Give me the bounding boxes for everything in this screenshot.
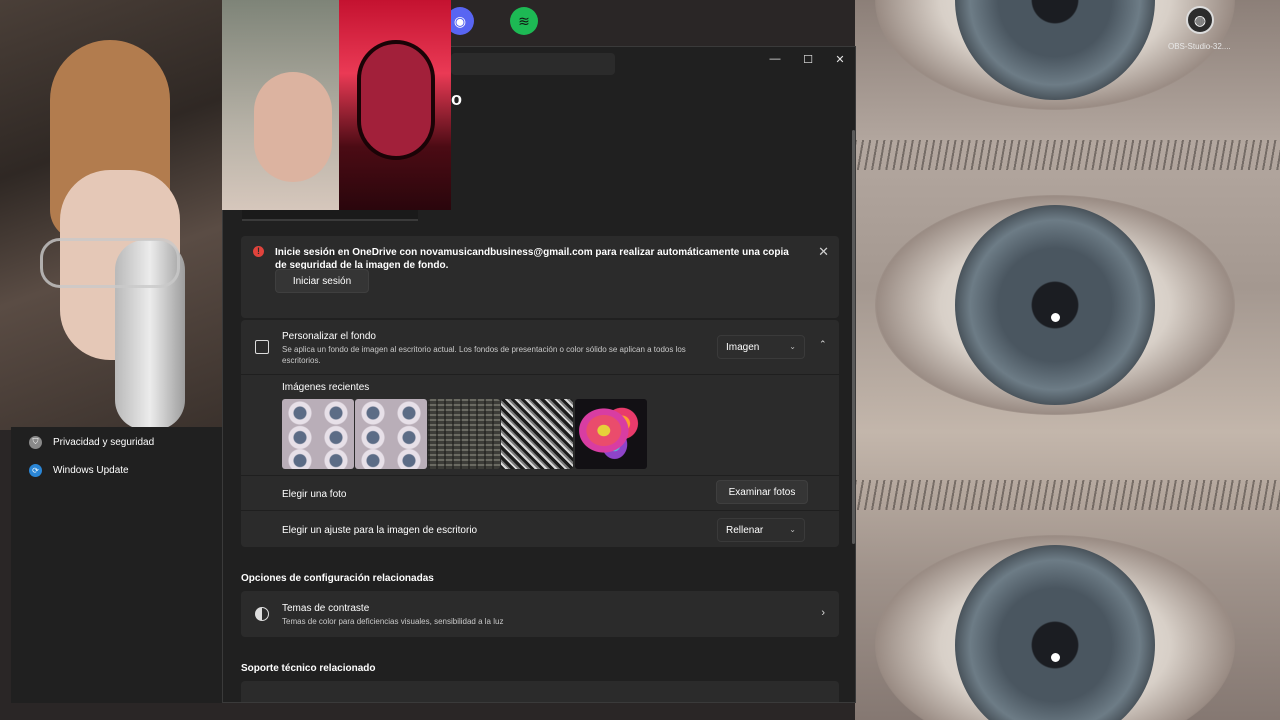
personalize-title: Personalizar el fondo	[282, 331, 376, 342]
chevron-up-icon[interactable]: ⌃	[819, 339, 827, 350]
background-type-dropdown[interactable]: Imagen ⌄	[717, 335, 805, 359]
scrollbar[interactable]	[852, 130, 855, 544]
contrast-title: Temas de contraste	[282, 603, 370, 614]
wallpaper-lashes	[855, 140, 1280, 170]
alert-close-icon[interactable]: ✕	[818, 244, 829, 260]
sidebar-item-privacy[interactable]: ⛉ Privacidad y seguridad	[29, 433, 154, 451]
fit-value: Rellenar	[726, 524, 764, 536]
webcam-feed-main	[0, 0, 225, 430]
error-icon: !	[253, 246, 264, 257]
sidebar-item-label: Privacidad y seguridad	[53, 436, 155, 448]
chevron-right-icon: ›	[821, 607, 825, 619]
webcam-feed-guest	[222, 0, 340, 210]
choose-photo-label: Elegir una foto	[282, 489, 347, 500]
recent-image-thumbnail[interactable]	[575, 399, 647, 469]
obs-icon-label: OBS-Studio-32....	[1168, 42, 1231, 51]
fit-dropdown[interactable]: Rellenar ⌄	[717, 518, 805, 542]
browse-photos-button[interactable]: Examinar fotos	[716, 480, 808, 504]
fit-label: Elegir un ajuste para la imagen de escri…	[282, 525, 478, 536]
update-icon: ⟳	[29, 463, 42, 477]
background-type-value: Imagen	[726, 341, 760, 353]
close-button[interactable]: ✕	[825, 49, 855, 69]
recent-image-thumbnail[interactable]	[501, 399, 573, 469]
obs-icon[interactable]: ◍	[1186, 6, 1214, 34]
recent-image-thumbnail[interactable]	[355, 399, 427, 469]
sidebar-item-label: Windows Update	[53, 464, 129, 476]
contrast-subtitle: Temas de color para deficiencias visuale…	[282, 617, 504, 626]
settings-sidebar: ⛉ Privacidad y seguridad ⟳ Windows Updat…	[11, 427, 222, 703]
related-support-item[interactable]	[241, 681, 839, 702]
wallpaper-eye	[875, 195, 1235, 415]
recent-images-label: Imágenes recientes	[282, 382, 370, 393]
spotify-icon[interactable]: ≋	[510, 7, 538, 35]
search-input[interactable]	[451, 53, 615, 75]
personalize-description: Se aplica un fondo de imagen al escritor…	[282, 345, 686, 365]
wallpaper-eye	[875, 535, 1235, 720]
contrast-icon	[255, 607, 269, 621]
contrast-themes-link[interactable]: Temas de contraste Temas de color para d…	[241, 591, 839, 637]
recent-image-thumbnail[interactable]	[428, 399, 500, 469]
sidebar-item-windows-update[interactable]: ⟳ Windows Update	[29, 461, 129, 479]
chevron-down-icon: ⌄	[789, 525, 796, 534]
desktop: ◉ ≋ ◍ OBS-Studio-32.... — ☐ ✕ o ! Inicie…	[0, 0, 1280, 720]
related-support-heading: Soporte técnico relacionado	[241, 663, 376, 674]
desktop-wallpaper	[855, 0, 1280, 720]
shield-icon: ⛉	[29, 435, 42, 449]
page-title: o	[451, 89, 462, 109]
onedrive-alert: ! Inicie sesión en OneDrive con novamusi…	[241, 236, 839, 318]
minimize-button[interactable]: —	[760, 49, 790, 69]
wallpaper-lashes	[855, 480, 1280, 510]
chevron-down-icon: ⌄	[789, 342, 796, 351]
sign-in-button[interactable]: Iniciar sesión	[275, 269, 369, 293]
recent-image-thumbnail[interactable]	[282, 399, 354, 469]
webcam-feed-red	[339, 0, 451, 210]
image-icon	[255, 340, 269, 354]
wallpaper-eye	[875, 0, 1235, 110]
maximize-button[interactable]: ☐	[793, 49, 823, 69]
related-settings-heading: Opciones de configuración relacionadas	[241, 573, 434, 584]
